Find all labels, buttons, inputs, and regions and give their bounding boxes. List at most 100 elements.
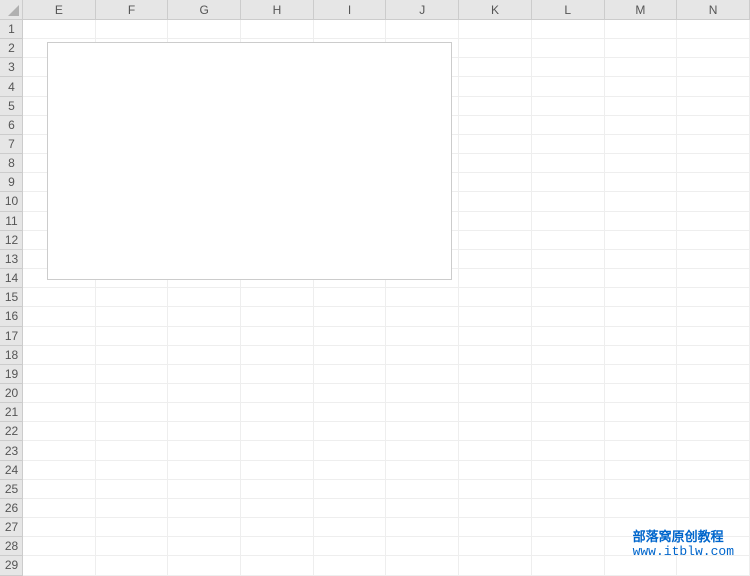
row-header[interactable]: 1 — [0, 20, 23, 39]
cell[interactable] — [386, 518, 459, 537]
row-header[interactable]: 2 — [0, 39, 23, 58]
cell[interactable] — [23, 499, 96, 518]
cell[interactable] — [168, 403, 241, 422]
cell[interactable] — [96, 20, 169, 39]
cell[interactable] — [459, 231, 532, 250]
cell[interactable] — [532, 212, 605, 231]
column-header[interactable]: J — [386, 0, 459, 20]
cell[interactable] — [459, 537, 532, 556]
cell[interactable] — [23, 422, 96, 441]
cell[interactable] — [314, 499, 387, 518]
cell[interactable] — [605, 39, 678, 58]
cell[interactable] — [677, 499, 750, 518]
cell[interactable] — [605, 154, 678, 173]
row-header[interactable]: 16 — [0, 307, 23, 326]
cell[interactable] — [459, 173, 532, 192]
row-header[interactable]: 10 — [0, 192, 23, 211]
row-header[interactable]: 6 — [0, 116, 23, 135]
cell[interactable] — [532, 346, 605, 365]
cell[interactable] — [605, 461, 678, 480]
cell[interactable] — [677, 135, 750, 154]
cell[interactable] — [241, 441, 314, 460]
cell[interactable] — [532, 154, 605, 173]
cell[interactable] — [241, 461, 314, 480]
row-header[interactable]: 24 — [0, 461, 23, 480]
cell[interactable] — [605, 250, 678, 269]
cell[interactable] — [677, 192, 750, 211]
cell[interactable] — [168, 307, 241, 326]
cell[interactable] — [605, 327, 678, 346]
cell[interactable] — [386, 480, 459, 499]
cell[interactable] — [459, 461, 532, 480]
cell[interactable] — [532, 518, 605, 537]
cell[interactable] — [459, 441, 532, 460]
cell[interactable] — [605, 269, 678, 288]
cell[interactable] — [23, 365, 96, 384]
cell[interactable] — [96, 307, 169, 326]
column-header[interactable]: G — [168, 0, 241, 20]
cell[interactable] — [532, 480, 605, 499]
cell[interactable] — [459, 403, 532, 422]
cell[interactable] — [241, 307, 314, 326]
row-header[interactable]: 8 — [0, 154, 23, 173]
cell[interactable] — [459, 307, 532, 326]
cell[interactable] — [96, 384, 169, 403]
cell[interactable] — [386, 556, 459, 575]
cell[interactable] — [314, 422, 387, 441]
cell[interactable] — [532, 58, 605, 77]
cell[interactable] — [605, 192, 678, 211]
cell[interactable] — [96, 327, 169, 346]
cell[interactable] — [96, 480, 169, 499]
cell[interactable] — [386, 403, 459, 422]
cell[interactable] — [96, 441, 169, 460]
cell[interactable] — [314, 20, 387, 39]
cell[interactable] — [532, 461, 605, 480]
row-header[interactable]: 28 — [0, 537, 23, 556]
row-header[interactable]: 13 — [0, 250, 23, 269]
cell[interactable] — [677, 39, 750, 58]
cell[interactable] — [532, 192, 605, 211]
cell[interactable] — [605, 231, 678, 250]
cell[interactable] — [677, 461, 750, 480]
cell[interactable] — [386, 288, 459, 307]
cell[interactable] — [96, 422, 169, 441]
cell[interactable] — [605, 20, 678, 39]
cell[interactable] — [532, 135, 605, 154]
cell[interactable] — [168, 365, 241, 384]
cell[interactable] — [605, 135, 678, 154]
cell[interactable] — [241, 518, 314, 537]
cell[interactable] — [386, 537, 459, 556]
embedded-chart-box[interactable] — [47, 42, 452, 280]
row-header[interactable]: 3 — [0, 58, 23, 77]
cell[interactable] — [605, 212, 678, 231]
cell[interactable] — [23, 307, 96, 326]
cell[interactable] — [605, 384, 678, 403]
cell[interactable] — [532, 288, 605, 307]
cell[interactable] — [677, 269, 750, 288]
cell[interactable] — [677, 403, 750, 422]
cell[interactable] — [314, 288, 387, 307]
cell[interactable] — [168, 422, 241, 441]
cell[interactable] — [241, 556, 314, 575]
cell[interactable] — [459, 58, 532, 77]
cell[interactable] — [532, 403, 605, 422]
cell[interactable] — [168, 20, 241, 39]
cell[interactable] — [241, 403, 314, 422]
cell[interactable] — [605, 480, 678, 499]
cell[interactable] — [386, 365, 459, 384]
cell[interactable] — [532, 97, 605, 116]
column-header[interactable]: F — [96, 0, 169, 20]
cell[interactable] — [168, 346, 241, 365]
row-header[interactable]: 22 — [0, 422, 23, 441]
cell[interactable] — [23, 556, 96, 575]
cell[interactable] — [241, 499, 314, 518]
cell[interactable] — [677, 480, 750, 499]
cell[interactable] — [605, 441, 678, 460]
cell[interactable] — [459, 384, 532, 403]
cell[interactable] — [314, 480, 387, 499]
column-header[interactable]: E — [23, 0, 96, 20]
cell[interactable] — [459, 212, 532, 231]
cell[interactable] — [96, 499, 169, 518]
cell[interactable] — [532, 537, 605, 556]
cell[interactable] — [23, 20, 96, 39]
